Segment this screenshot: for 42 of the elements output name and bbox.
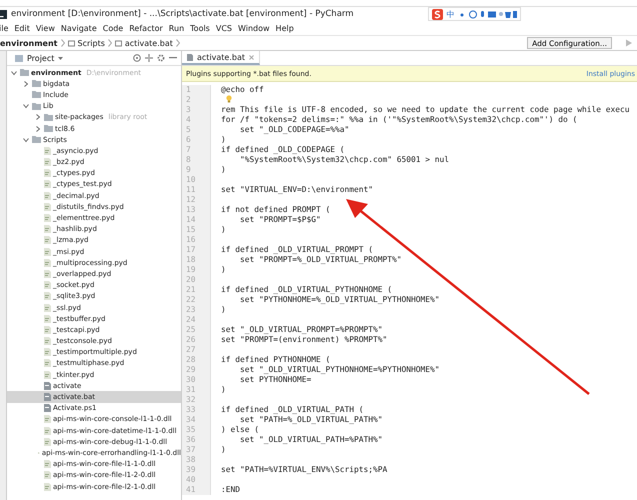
- input-mode-toggle[interactable]: 中: [446, 8, 455, 20]
- menu-item[interactable]: Refactor: [129, 24, 163, 32]
- menu-item[interactable]: Help: [276, 24, 294, 32]
- menu-item[interactable]: Tools: [190, 24, 210, 32]
- menu-item[interactable]: Navigate: [60, 24, 97, 32]
- menu-item[interactable]: Edit: [14, 24, 30, 32]
- menu-item[interactable]: Window: [238, 24, 270, 32]
- chevron-icon: [60, 39, 64, 47]
- window-title: environment [D:\environment] - ...\Scripts\activate.bat [environment] - PyCharm: [11, 9, 354, 19]
- script-file-icon: [44, 404, 51, 412]
- settings-icon[interactable]: [157, 54, 165, 62]
- breadcrumb-item[interactable]: Scripts: [78, 38, 105, 48]
- collapse-icon[interactable]: [145, 54, 153, 62]
- script-file-icon: [187, 54, 193, 60]
- dropdown-caret-icon[interactable]: [58, 56, 64, 60]
- lightbulb-icon[interactable]: [226, 95, 232, 103]
- chevron-icon: [176, 39, 180, 47]
- breadcrumb-item[interactable]: activate.bat: [124, 38, 173, 48]
- panel-title[interactable]: Project: [27, 54, 54, 62]
- editor-tab[interactable]: activate.bat: [182, 51, 260, 65]
- collapsed-chevron-icon[interactable]: [35, 114, 41, 120]
- menu-item[interactable]: ile: [0, 24, 8, 32]
- expanded-chevron-icon[interactable]: [11, 70, 17, 76]
- script-file-icon: [44, 393, 51, 402]
- target-icon[interactable]: [133, 54, 141, 62]
- breadcrumb-item[interactable]: environment: [0, 38, 58, 48]
- script-file-icon: [44, 382, 51, 390]
- menu-item[interactable]: Code: [102, 24, 124, 32]
- ime-tool-icons-drawing[interactable]: [458, 10, 517, 18]
- folder-icon: [68, 40, 74, 46]
- collapsed-chevron-icon[interactable]: [23, 80, 29, 87]
- chevron-icon: [108, 39, 112, 47]
- menu-item[interactable]: VCS: [216, 24, 232, 32]
- close-icon[interactable]: [249, 54, 254, 60]
- expanded-chevron-icon[interactable]: [23, 136, 29, 143]
- collapsed-chevron-icon[interactable]: [35, 126, 41, 132]
- ime-logo-icon: [432, 8, 443, 20]
- menu-item[interactable]: Run: [168, 24, 184, 32]
- minimize-icon[interactable]: [169, 57, 177, 59]
- file-icon: [114, 40, 122, 46]
- menu-item[interactable]: View: [36, 24, 55, 32]
- expanded-chevron-icon[interactable]: [23, 103, 29, 110]
